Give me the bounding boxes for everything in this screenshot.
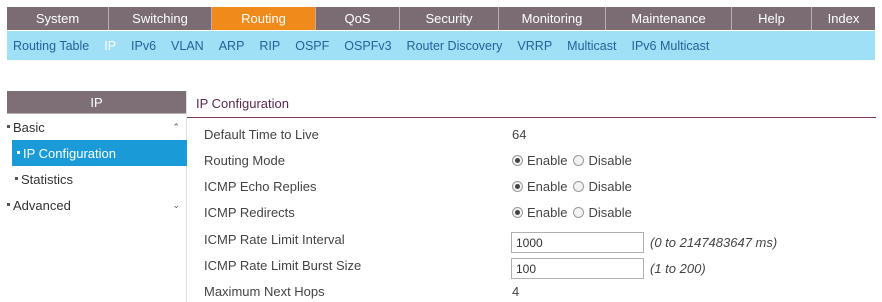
icmp-rate-burst-hint: (1 to 200) — [650, 261, 706, 276]
icmp-echo-radios: Enable Disable — [512, 176, 638, 196]
icmp-redirects-label: ICMP Redirects — [204, 204, 295, 220]
max-next-hops-value: 4 — [512, 283, 520, 299]
ttl-value: 64 — [512, 126, 527, 142]
subnav-routing-table[interactable]: Routing Table — [13, 39, 89, 53]
max-next-hops-label: Maximum Next Hops — [204, 283, 325, 299]
sub-nav: Routing Table IP IPv6 VLAN ARP RIP OSPF … — [7, 31, 875, 60]
icmp-rate-interval-hint: (0 to 2147483647 ms) — [650, 235, 778, 250]
sidebar-item-label: Basic — [13, 119, 45, 135]
icmp-redirects-radios: Enable Disable — [512, 202, 638, 222]
tab-routing[interactable]: Routing — [212, 7, 316, 30]
bullet-icon — [7, 202, 10, 206]
icmp-rate-interval-label: ICMP Rate Limit Interval — [204, 231, 345, 247]
top-nav: System Switching Routing QoS Security Mo… — [7, 7, 875, 30]
subnav-ospf[interactable]: OSPF — [295, 39, 329, 53]
routing-mode-enable-radio[interactable] — [512, 154, 523, 166]
icmp-echo-disable-radio[interactable] — [573, 180, 585, 192]
tab-help[interactable]: Help — [732, 7, 812, 30]
routing-mode-disable-radio[interactable] — [573, 154, 585, 166]
subnav-ipv6[interactable]: IPv6 — [131, 39, 156, 53]
icmp-rate-interval-input[interactable]: 1000 — [511, 232, 644, 253]
icmp-redirects-disable-radio[interactable] — [573, 206, 585, 218]
sidebar-header: IP — [7, 91, 186, 114]
subnav-vrrp[interactable]: VRRP — [517, 39, 552, 53]
sidebar-item-label: Advanced — [13, 197, 71, 213]
subnav-ospfv3[interactable]: OSPFv3 — [344, 39, 391, 53]
routing-mode-label: Routing Mode — [204, 152, 285, 168]
subnav-ipv6-multicast[interactable]: IPv6 Multicast — [631, 39, 709, 53]
tab-maintenance[interactable]: Maintenance — [606, 7, 732, 30]
icmp-echo-label: ICMP Echo Replies — [204, 178, 317, 194]
icmp-rate-burst-label: ICMP Rate Limit Burst Size — [204, 257, 362, 273]
ttl-label: Default Time to Live — [204, 126, 319, 142]
sidebar-item-statistics[interactable]: Statistics — [7, 166, 186, 192]
tab-ip-configuration[interactable]: IP Configuration — [196, 96, 289, 111]
icmp-redirects-enable-radio[interactable] — [512, 206, 523, 218]
tab-monitoring[interactable]: Monitoring — [499, 7, 606, 30]
icmp-rate-burst-input[interactable]: 100 — [511, 258, 644, 279]
sidebar-item-label: IP Configuration — [23, 145, 116, 161]
routing-mode-radios: Enable Disable — [512, 150, 638, 170]
subnav-arp[interactable]: ARP — [219, 39, 245, 53]
tab-index[interactable]: Index — [812, 7, 875, 30]
tab-switching[interactable]: Switching — [109, 7, 212, 30]
sidebar-item-advanced[interactable]: Advanced ⌄ — [7, 192, 186, 218]
subnav-router-discovery[interactable]: Router Discovery — [407, 39, 503, 53]
chevron-down-icon[interactable]: ⌄ — [172, 200, 180, 211]
tab-system[interactable]: System — [7, 7, 109, 30]
bullet-icon — [17, 150, 20, 154]
chevron-up-icon[interactable]: ⌃ — [172, 122, 180, 133]
subnav-ip[interactable]: IP — [104, 39, 116, 53]
sidebar-item-basic[interactable]: Basic ⌃ — [7, 114, 186, 140]
tab-divider — [187, 117, 876, 118]
icmp-echo-enable-radio[interactable] — [512, 180, 523, 192]
tab-security[interactable]: Security — [400, 7, 499, 30]
radio-label: Enable — [527, 178, 568, 194]
sidebar-item-ip-configuration[interactable]: IP Configuration — [12, 140, 187, 166]
radio-label: Enable — [527, 152, 568, 168]
sidebar: IP Basic ⌃ IP Configuration Statistics A… — [7, 91, 187, 302]
bullet-icon — [15, 176, 18, 180]
bullet-icon — [7, 124, 10, 128]
radio-label: Disable — [588, 152, 632, 168]
radio-label: Enable — [527, 204, 568, 220]
radio-label: Disable — [588, 204, 632, 220]
tab-qos[interactable]: QoS — [316, 7, 400, 30]
subnav-multicast[interactable]: Multicast — [567, 39, 616, 53]
radio-label: Disable — [588, 178, 632, 194]
subnav-rip[interactable]: RIP — [259, 39, 280, 53]
subnav-vlan[interactable]: VLAN — [171, 39, 204, 53]
sidebar-item-label: Statistics — [21, 171, 74, 187]
